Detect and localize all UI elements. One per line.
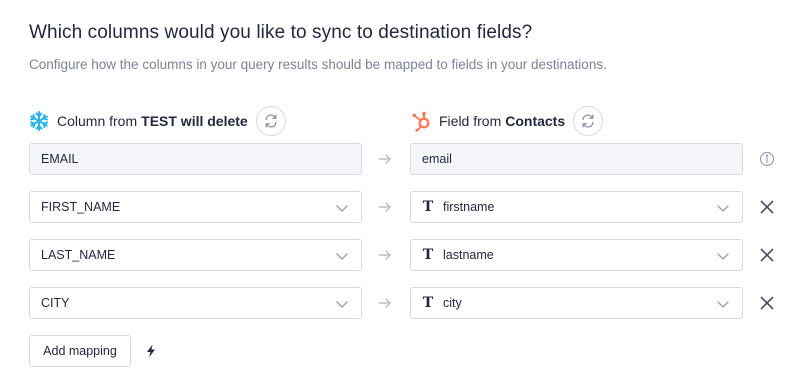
destination-column-header: Field from Contacts [410, 106, 604, 136]
remove-mapping-button[interactable] [758, 294, 776, 312]
source-column-select[interactable]: CITY [29, 287, 362, 319]
chevron-down-icon [336, 253, 348, 260]
destination-field-value: email [422, 152, 452, 166]
lightning-icon[interactable] [143, 343, 159, 359]
text-type-icon: T [422, 247, 434, 263]
snowflake-icon [28, 110, 50, 132]
remove-mapping-button[interactable] [758, 198, 776, 216]
source-column-value: FIRST_NAME [41, 200, 121, 214]
destination-field-select[interactable]: T firstname [410, 191, 743, 223]
remove-mapping-button[interactable] [758, 246, 776, 264]
mapping-row-city: CITY T city [0, 287, 810, 319]
source-column-select[interactable]: FIRST_NAME [29, 191, 362, 223]
destination-column-label-prefix: Field from [439, 113, 502, 129]
close-icon [760, 248, 774, 262]
source-column-value: EMAIL [41, 152, 79, 166]
destination-field-select[interactable]: T lastname [410, 239, 743, 271]
source-column-header: Column from TEST will delete [28, 106, 286, 136]
source-column-field: EMAIL [29, 143, 362, 175]
info-icon[interactable] [758, 150, 776, 168]
chevron-down-icon [717, 205, 729, 212]
mapping-row-last-name: LAST_NAME T lastname [0, 239, 810, 271]
add-mapping-button[interactable]: Add mapping [29, 335, 131, 367]
source-column-select[interactable]: LAST_NAME [29, 239, 362, 271]
source-column-value: LAST_NAME [41, 248, 116, 262]
source-model-name: TEST will delete [141, 113, 248, 129]
refresh-icon [265, 114, 277, 128]
source-column-value: CITY [41, 296, 70, 310]
page-title: Which columns would you like to sync to … [29, 22, 533, 43]
arrow-right-icon [378, 250, 391, 260]
destination-field-value: firstname [443, 200, 495, 214]
destination-field: email [410, 143, 743, 175]
close-icon [760, 296, 774, 310]
chevron-down-icon [336, 205, 348, 212]
destination-field-value: lastname [443, 248, 494, 262]
chevron-down-icon [717, 253, 729, 260]
arrow-right-icon [378, 298, 391, 308]
destination-field-value: city [443, 296, 462, 310]
refresh-icon [582, 114, 594, 128]
chevron-down-icon [717, 301, 729, 308]
source-column-label-prefix: Column from [57, 113, 138, 129]
destination-field-select[interactable]: T city [410, 287, 743, 319]
refresh-destination-button[interactable] [573, 106, 604, 136]
destination-object-name: Contacts [505, 113, 566, 129]
refresh-source-button[interactable] [255, 106, 286, 136]
text-type-icon: T [422, 295, 434, 311]
close-icon [760, 200, 774, 214]
chevron-down-icon [336, 301, 348, 308]
arrow-right-icon [378, 154, 391, 164]
mapping-row-first-name: FIRST_NAME T firstname [0, 191, 810, 223]
hubspot-icon [410, 110, 432, 132]
arrow-right-icon [378, 202, 391, 212]
mapping-row-email: EMAIL email [0, 143, 810, 175]
page-subtitle: Configure how the columns in your query … [29, 57, 607, 72]
text-type-icon: T [422, 199, 434, 215]
